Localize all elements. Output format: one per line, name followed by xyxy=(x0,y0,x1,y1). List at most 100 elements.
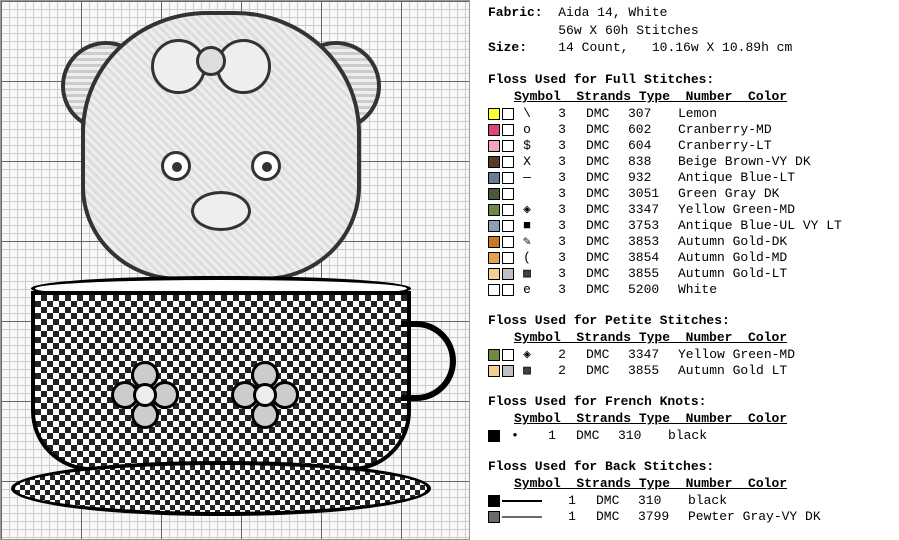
symbol-swatch xyxy=(502,284,514,296)
symbol-cell: o xyxy=(516,121,538,139)
legend-row: $3DMC604Cranberry-LT xyxy=(488,138,891,154)
cup-flower-left xyxy=(111,361,181,431)
legend-row: •1DMC310black xyxy=(488,428,891,444)
legend-row: X3DMC838Beige Brown-VY DK xyxy=(488,154,891,170)
backstitch-line-icon xyxy=(502,516,542,518)
symbol-swatch xyxy=(502,365,514,377)
symbol-cell: ■ xyxy=(516,217,538,235)
legend-row: ◈2DMC3347Yellow Green-MD xyxy=(488,347,891,363)
type-cell: DMC xyxy=(586,121,628,139)
number-cell: 604 xyxy=(628,137,678,155)
symbol-swatch xyxy=(502,140,514,152)
color-name-cell: black xyxy=(688,492,891,510)
type-cell: DMC xyxy=(586,105,628,123)
strands-cell: 3 xyxy=(538,217,586,235)
number-cell: 3855 xyxy=(628,362,678,380)
color-name-cell: Antique Blue-UL VY LT xyxy=(678,217,891,235)
number-cell: 310 xyxy=(618,427,668,445)
symbol-cell: ◈ xyxy=(516,201,538,219)
section-title: Floss Used for Back Stitches: xyxy=(488,458,891,476)
color-name-cell: Beige Brown-VY DK xyxy=(678,153,891,171)
number-cell: 3051 xyxy=(628,185,678,203)
color-swatch xyxy=(488,108,500,120)
number-cell: 307 xyxy=(628,105,678,123)
color-swatch xyxy=(488,172,500,184)
strands-cell: 3 xyxy=(538,153,586,171)
number-cell: 932 xyxy=(628,169,678,187)
strands-cell: 3 xyxy=(538,265,586,283)
saucer xyxy=(11,461,431,516)
strands-cell: 3 xyxy=(538,233,586,251)
strands-cell: 1 xyxy=(548,492,596,510)
legend-header: Symbol Strands Type Number Color xyxy=(514,329,891,347)
petite-stitches-section: Floss Used for Petite Stitches: Symbol S… xyxy=(488,312,891,379)
color-swatch xyxy=(488,511,500,523)
section-title: Floss Used for Petite Stitches: xyxy=(488,312,891,330)
stitch-chart xyxy=(0,0,470,540)
type-cell: DMC xyxy=(586,281,628,299)
strands-cell: 3 xyxy=(538,105,586,123)
color-name-cell: Cranberry-MD xyxy=(678,121,891,139)
type-cell: DMC xyxy=(596,508,638,526)
type-cell: DMC xyxy=(576,427,618,445)
number-cell: 838 xyxy=(628,153,678,171)
color-swatch xyxy=(488,284,500,296)
color-swatch xyxy=(488,204,500,216)
symbol-cell: \ xyxy=(516,105,538,123)
legend-row: e3DMC5200White xyxy=(488,282,891,298)
symbol-swatch xyxy=(502,252,514,264)
strands-cell: 3 xyxy=(538,121,586,139)
legend-row: 1DMC310black xyxy=(488,493,891,509)
fabric-row: Fabric: Aida 14, White xyxy=(488,4,891,22)
eye-right xyxy=(251,151,281,181)
legend-row: ✎3DMC3853Autumn Gold-DK xyxy=(488,234,891,250)
symbol-cell: ◈ xyxy=(516,346,538,364)
color-name-cell: Autumn Gold-LT xyxy=(678,265,891,283)
legend-row: ■3DMC3753Antique Blue-UL VY LT xyxy=(488,218,891,234)
symbol-swatch xyxy=(502,236,514,248)
fabric-value: Aida 14, White xyxy=(558,5,667,20)
legend-header: Symbol Strands Type Number Color xyxy=(514,475,891,493)
cup-flower-right xyxy=(231,361,301,431)
back-stitches-section: Floss Used for Back Stitches: Symbol Str… xyxy=(488,458,891,525)
type-cell: DMC xyxy=(586,346,628,364)
backstitch-line-icon xyxy=(502,500,542,502)
number-cell: 310 xyxy=(638,492,688,510)
color-swatch xyxy=(488,236,500,248)
section-title: Floss Used for French Knots: xyxy=(488,393,891,411)
legend-row: —3DMC932Antique Blue-LT xyxy=(488,170,891,186)
symbol-swatch xyxy=(502,108,514,120)
color-swatch xyxy=(488,124,500,136)
color-name-cell: White xyxy=(678,281,891,299)
color-swatch xyxy=(488,349,500,361)
legend-row: (3DMC3854Autumn Gold-MD xyxy=(488,250,891,266)
color-name-cell: Pewter Gray-VY DK xyxy=(688,508,891,526)
strands-cell: 3 xyxy=(538,281,586,299)
symbol-cell: X xyxy=(516,153,538,171)
symbol-swatch xyxy=(502,220,514,232)
legend-row: ▩2DMC3855Autumn Gold LT xyxy=(488,363,891,379)
full-stitches-section: Floss Used for Full Stitches: Symbol Str… xyxy=(488,71,891,298)
strands-cell: 3 xyxy=(538,137,586,155)
number-cell: 602 xyxy=(628,121,678,139)
strands-cell: 3 xyxy=(538,249,586,267)
strands-cell: 1 xyxy=(528,427,576,445)
type-cell: DMC xyxy=(586,249,628,267)
symbol-cell: ( xyxy=(516,249,538,267)
color-name-cell: Autumn Gold LT xyxy=(678,362,891,380)
size-value: 14 Count, 10.16w X 10.89h cm xyxy=(558,40,792,55)
color-name-cell: Lemon xyxy=(678,105,891,123)
strands-cell: 3 xyxy=(538,201,586,219)
number-cell: 3853 xyxy=(628,233,678,251)
french-knots-section: Floss Used for French Knots: Symbol Stra… xyxy=(488,393,891,444)
color-swatch xyxy=(488,188,500,200)
type-cell: DMC xyxy=(586,362,628,380)
number-cell: 3753 xyxy=(628,217,678,235)
strands-cell: 3 xyxy=(538,169,586,187)
bow xyxy=(151,31,271,101)
bow-center xyxy=(196,46,226,76)
strands-cell: 3 xyxy=(538,185,586,203)
symbol-cell: $ xyxy=(516,137,538,155)
color-swatch xyxy=(488,365,500,377)
color-swatch xyxy=(488,268,500,280)
